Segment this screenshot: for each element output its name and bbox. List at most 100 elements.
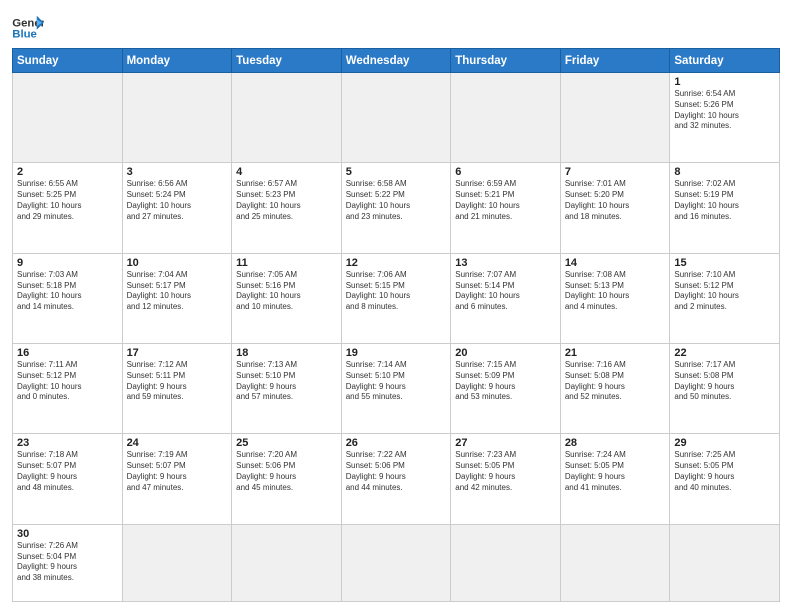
calendar-cell: 9Sunrise: 7:03 AM Sunset: 5:18 PM Daylig… (13, 253, 123, 343)
day-number: 22 (674, 347, 775, 359)
day-number: 11 (236, 257, 337, 269)
day-number: 3 (127, 166, 228, 178)
day-info: Sunrise: 7:14 AM Sunset: 5:10 PM Dayligh… (346, 360, 447, 403)
calendar-cell (670, 524, 780, 601)
calendar-cell (232, 73, 342, 163)
day-number: 26 (346, 437, 447, 449)
day-number: 19 (346, 347, 447, 359)
calendar-cell: 7Sunrise: 7:01 AM Sunset: 5:20 PM Daylig… (560, 163, 670, 253)
calendar-cell: 26Sunrise: 7:22 AM Sunset: 5:06 PM Dayli… (341, 434, 451, 524)
calendar-cell: 29Sunrise: 7:25 AM Sunset: 5:05 PM Dayli… (670, 434, 780, 524)
day-info: Sunrise: 6:57 AM Sunset: 5:23 PM Dayligh… (236, 179, 337, 222)
day-number: 23 (17, 437, 118, 449)
weekday-header: Tuesday (232, 49, 342, 73)
calendar-cell: 18Sunrise: 7:13 AM Sunset: 5:10 PM Dayli… (232, 344, 342, 434)
svg-text:Blue: Blue (12, 29, 37, 41)
day-info: Sunrise: 7:19 AM Sunset: 5:07 PM Dayligh… (127, 450, 228, 493)
day-info: Sunrise: 7:08 AM Sunset: 5:13 PM Dayligh… (565, 270, 666, 313)
page: General Blue SundayMondayTuesdayWednesda… (0, 0, 792, 612)
calendar-cell (13, 73, 123, 163)
calendar-cell: 30Sunrise: 7:26 AM Sunset: 5:04 PM Dayli… (13, 524, 123, 601)
calendar-cell: 22Sunrise: 7:17 AM Sunset: 5:08 PM Dayli… (670, 344, 780, 434)
day-number: 6 (455, 166, 556, 178)
calendar-cell: 12Sunrise: 7:06 AM Sunset: 5:15 PM Dayli… (341, 253, 451, 343)
day-info: Sunrise: 7:23 AM Sunset: 5:05 PM Dayligh… (455, 450, 556, 493)
calendar-cell: 13Sunrise: 7:07 AM Sunset: 5:14 PM Dayli… (451, 253, 561, 343)
day-info: Sunrise: 6:56 AM Sunset: 5:24 PM Dayligh… (127, 179, 228, 222)
calendar-cell (560, 524, 670, 601)
calendar-cell: 28Sunrise: 7:24 AM Sunset: 5:05 PM Dayli… (560, 434, 670, 524)
day-number: 8 (674, 166, 775, 178)
day-info: Sunrise: 7:12 AM Sunset: 5:11 PM Dayligh… (127, 360, 228, 403)
weekday-header: Monday (122, 49, 232, 73)
day-info: Sunrise: 7:15 AM Sunset: 5:09 PM Dayligh… (455, 360, 556, 403)
calendar-cell: 10Sunrise: 7:04 AM Sunset: 5:17 PM Dayli… (122, 253, 232, 343)
calendar-cell (560, 73, 670, 163)
weekday-header: Sunday (13, 49, 123, 73)
day-number: 9 (17, 257, 118, 269)
day-number: 15 (674, 257, 775, 269)
day-number: 13 (455, 257, 556, 269)
day-number: 2 (17, 166, 118, 178)
logo: General Blue (12, 14, 44, 42)
calendar-cell: 20Sunrise: 7:15 AM Sunset: 5:09 PM Dayli… (451, 344, 561, 434)
day-number: 24 (127, 437, 228, 449)
day-info: Sunrise: 6:55 AM Sunset: 5:25 PM Dayligh… (17, 179, 118, 222)
day-number: 20 (455, 347, 556, 359)
calendar-cell: 5Sunrise: 6:58 AM Sunset: 5:22 PM Daylig… (341, 163, 451, 253)
day-number: 30 (17, 528, 118, 540)
day-info: Sunrise: 7:01 AM Sunset: 5:20 PM Dayligh… (565, 179, 666, 222)
calendar: SundayMondayTuesdayWednesdayThursdayFrid… (12, 48, 780, 602)
calendar-cell (341, 73, 451, 163)
day-number: 18 (236, 347, 337, 359)
day-number: 16 (17, 347, 118, 359)
day-info: Sunrise: 7:20 AM Sunset: 5:06 PM Dayligh… (236, 450, 337, 493)
day-info: Sunrise: 7:07 AM Sunset: 5:14 PM Dayligh… (455, 270, 556, 313)
calendar-cell (232, 524, 342, 601)
calendar-cell (341, 524, 451, 601)
day-number: 14 (565, 257, 666, 269)
calendar-cell: 1Sunrise: 6:54 AM Sunset: 5:26 PM Daylig… (670, 73, 780, 163)
day-number: 17 (127, 347, 228, 359)
day-info: Sunrise: 7:04 AM Sunset: 5:17 PM Dayligh… (127, 270, 228, 313)
weekday-header: Wednesday (341, 49, 451, 73)
calendar-cell (451, 73, 561, 163)
logo-icon: General Blue (12, 14, 44, 42)
day-info: Sunrise: 7:03 AM Sunset: 5:18 PM Dayligh… (17, 270, 118, 313)
day-number: 12 (346, 257, 447, 269)
calendar-cell (122, 73, 232, 163)
calendar-cell: 16Sunrise: 7:11 AM Sunset: 5:12 PM Dayli… (13, 344, 123, 434)
day-info: Sunrise: 7:26 AM Sunset: 5:04 PM Dayligh… (17, 541, 118, 584)
day-info: Sunrise: 6:54 AM Sunset: 5:26 PM Dayligh… (674, 89, 775, 132)
day-info: Sunrise: 7:06 AM Sunset: 5:15 PM Dayligh… (346, 270, 447, 313)
calendar-cell: 24Sunrise: 7:19 AM Sunset: 5:07 PM Dayli… (122, 434, 232, 524)
header: General Blue (12, 10, 780, 42)
calendar-cell: 4Sunrise: 6:57 AM Sunset: 5:23 PM Daylig… (232, 163, 342, 253)
calendar-cell: 17Sunrise: 7:12 AM Sunset: 5:11 PM Dayli… (122, 344, 232, 434)
day-info: Sunrise: 6:58 AM Sunset: 5:22 PM Dayligh… (346, 179, 447, 222)
day-info: Sunrise: 7:24 AM Sunset: 5:05 PM Dayligh… (565, 450, 666, 493)
day-number: 10 (127, 257, 228, 269)
day-number: 28 (565, 437, 666, 449)
day-number: 1 (674, 76, 775, 88)
day-info: Sunrise: 7:05 AM Sunset: 5:16 PM Dayligh… (236, 270, 337, 313)
calendar-cell: 15Sunrise: 7:10 AM Sunset: 5:12 PM Dayli… (670, 253, 780, 343)
calendar-cell: 6Sunrise: 6:59 AM Sunset: 5:21 PM Daylig… (451, 163, 561, 253)
calendar-cell (122, 524, 232, 601)
day-info: Sunrise: 7:16 AM Sunset: 5:08 PM Dayligh… (565, 360, 666, 403)
day-number: 21 (565, 347, 666, 359)
day-info: Sunrise: 7:11 AM Sunset: 5:12 PM Dayligh… (17, 360, 118, 403)
calendar-cell: 8Sunrise: 7:02 AM Sunset: 5:19 PM Daylig… (670, 163, 780, 253)
calendar-cell: 23Sunrise: 7:18 AM Sunset: 5:07 PM Dayli… (13, 434, 123, 524)
calendar-cell: 27Sunrise: 7:23 AM Sunset: 5:05 PM Dayli… (451, 434, 561, 524)
calendar-cell: 25Sunrise: 7:20 AM Sunset: 5:06 PM Dayli… (232, 434, 342, 524)
day-number: 7 (565, 166, 666, 178)
weekday-header: Saturday (670, 49, 780, 73)
calendar-cell (451, 524, 561, 601)
day-number: 25 (236, 437, 337, 449)
calendar-cell: 3Sunrise: 6:56 AM Sunset: 5:24 PM Daylig… (122, 163, 232, 253)
day-number: 27 (455, 437, 556, 449)
day-number: 5 (346, 166, 447, 178)
day-info: Sunrise: 7:25 AM Sunset: 5:05 PM Dayligh… (674, 450, 775, 493)
day-info: Sunrise: 7:17 AM Sunset: 5:08 PM Dayligh… (674, 360, 775, 403)
